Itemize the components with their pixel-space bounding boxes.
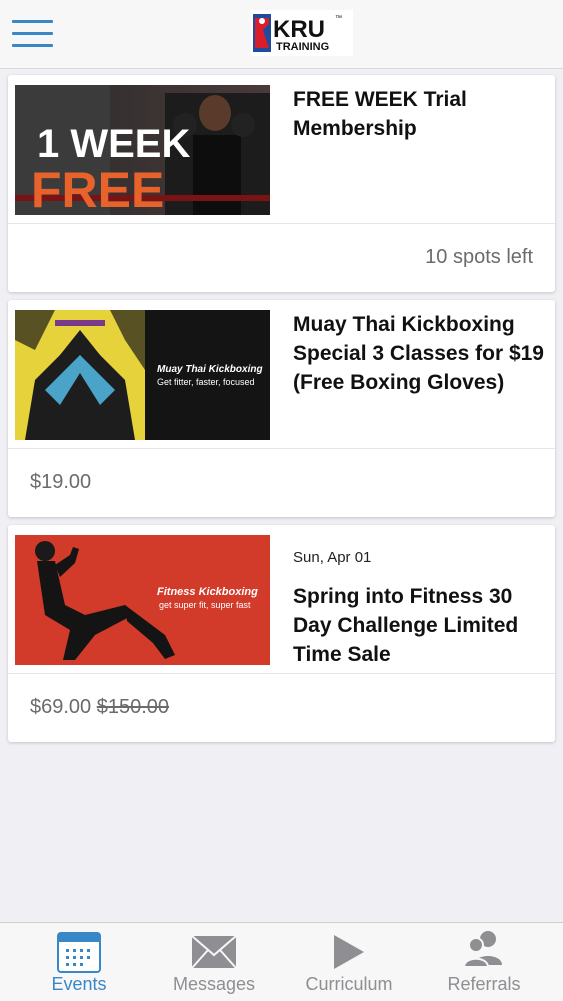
event-info: Sun, Apr 01 Spring into Fitness 30 Day C…: [293, 535, 545, 669]
tab-label: Referrals: [447, 974, 521, 994]
tab-events[interactable]: Events: [9, 923, 149, 1001]
event-date: Sun, Apr 01: [293, 549, 372, 566]
svg-text:KRU: KRU: [273, 16, 325, 43]
app-header: KRU ™ TRAINING: [0, 0, 563, 69]
event-card-footer: $69.00 $150.00: [8, 674, 555, 742]
event-card-muay-thai[interactable]: Muay Thai Kickboxing Get fitter, faster,…: [8, 300, 555, 517]
svg-text:™: ™: [335, 15, 342, 22]
tab-referrals[interactable]: Referrals: [414, 923, 554, 1001]
play-icon: [334, 935, 364, 969]
event-info: Muay Thai Kickboxing Special 3 Classes f…: [293, 310, 545, 397]
svg-text:Fitness Kickboxing: Fitness Kickboxing: [157, 586, 258, 598]
tab-label: Events: [51, 974, 107, 994]
spots-left-label: 10 spots left: [425, 246, 533, 268]
current-price: $19.00: [30, 471, 92, 493]
event-title: FREE WEEK Trial Membership: [293, 88, 467, 140]
svg-text:1 WEEK: 1 WEEK: [37, 122, 190, 166]
people-icon: [462, 931, 502, 968]
event-image-1-week-free: 1 WEEK FREE: [15, 85, 270, 215]
event-title: Spring into Fitness 30 Day Challenge Lim…: [293, 585, 519, 666]
menu-icon[interactable]: [12, 20, 53, 48]
event-info: FREE WEEK Trial Membership: [293, 85, 545, 143]
event-card-footer: 10 spots left: [8, 224, 555, 292]
calendar-icon: [57, 932, 101, 973]
event-card-header: 1 WEEK FREE FREE WEEK Trial Membership: [8, 75, 555, 224]
svg-text:get super fit, super fast: get super fit, super fast: [159, 600, 251, 610]
svg-text:TRAINING: TRAINING: [276, 41, 329, 53]
envelope-icon: [191, 935, 237, 969]
event-image-fitness-kickboxing: Fitness Kickboxing get super fit, super …: [15, 535, 270, 665]
current-price: $69.00: [30, 696, 92, 718]
event-image-muay-thai: Muay Thai Kickboxing Get fitter, faster,…: [15, 310, 270, 440]
tab-curriculum[interactable]: Curriculum: [279, 923, 419, 1001]
event-card-header: Fitness Kickboxing get super fit, super …: [8, 525, 555, 674]
svg-text:Muay Thai Kickboxing: Muay Thai Kickboxing: [157, 364, 263, 375]
tab-label: Messages: [172, 974, 256, 994]
tab-messages[interactable]: Messages: [144, 923, 284, 1001]
event-card-header: Muay Thai Kickboxing Get fitter, faster,…: [8, 300, 555, 449]
tab-label: Curriculum: [305, 974, 393, 994]
event-title: Muay Thai Kickboxing Special 3 Classes f…: [293, 313, 544, 394]
original-price: $150.00: [96, 696, 170, 718]
bottom-tab-bar: Events Messages Curriculum Referrals: [0, 922, 563, 1001]
kru-training-logo: KRU ™ TRAINING: [251, 10, 353, 56]
event-card-free-week[interactable]: 1 WEEK FREE FREE WEEK Trial Membership 1…: [8, 75, 555, 292]
svg-text:Get fitter, faster, focused: Get fitter, faster, focused: [157, 377, 255, 387]
event-card-spring-fitness[interactable]: Fitness Kickboxing get super fit, super …: [8, 525, 555, 742]
event-card-footer: $19.00: [8, 449, 555, 517]
event-price: $69.00 $150.00: [30, 696, 169, 719]
event-price: $19.00: [30, 471, 91, 494]
svg-text:FREE: FREE: [31, 162, 164, 215]
